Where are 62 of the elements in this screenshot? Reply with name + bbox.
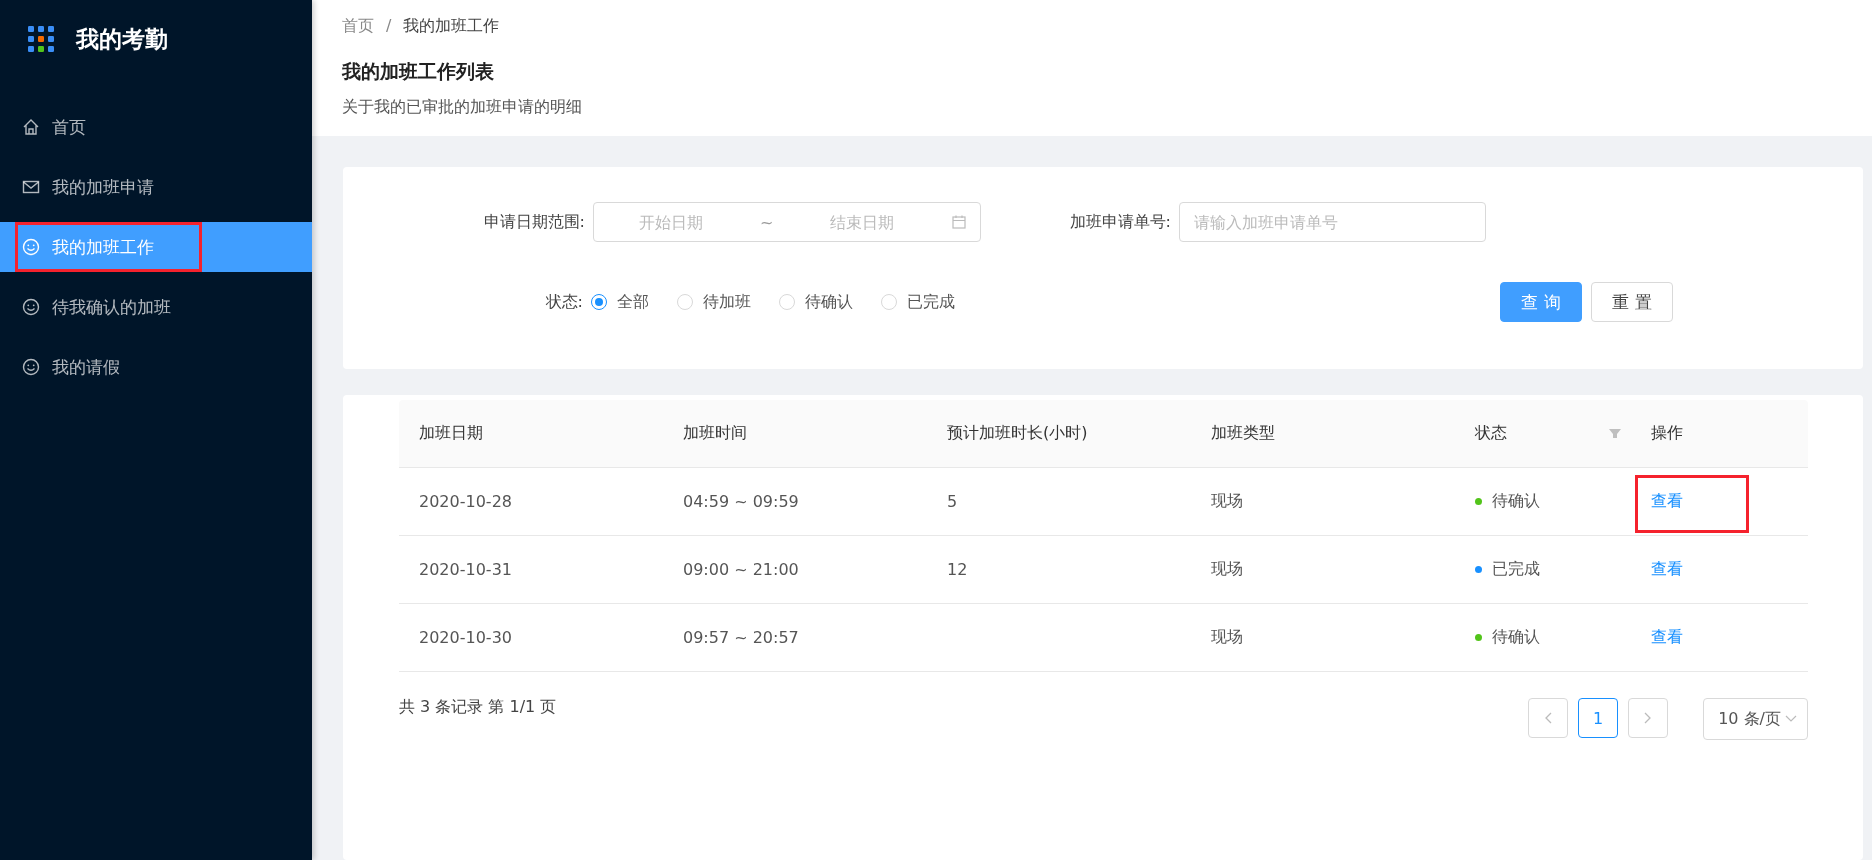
page-size-value: 10 条/页	[1718, 708, 1781, 730]
table-cell: 2020-10-28	[419, 492, 512, 511]
sidebar-item[interactable]: 我的加班申请	[0, 162, 312, 212]
radio-label: 全部	[617, 291, 649, 313]
status-text: 已完成	[1492, 559, 1540, 580]
field-label: 加班申请单号:	[1068, 211, 1171, 233]
filter-icon	[1609, 427, 1621, 440]
page-title: 我的加班工作列表	[342, 59, 495, 84]
calendar-icon	[952, 215, 966, 229]
table-cell: 12	[947, 560, 968, 579]
chevron-down-icon	[1785, 715, 1797, 723]
radio-option[interactable]: 全部	[591, 291, 649, 313]
record-summary: 共 3 条记录 第 1/1 页	[399, 697, 557, 718]
previous-page-button[interactable]	[1528, 698, 1569, 738]
input-field[interactable]: 请输入加班申请单号	[1179, 202, 1486, 242]
table-cell: 5	[947, 492, 958, 511]
column-header: 预计加班时长(小时)	[947, 423, 1088, 444]
column-header: 加班时间	[683, 423, 747, 444]
sidebar-item[interactable]: 首页	[0, 102, 312, 152]
table-cell: 现场	[1211, 491, 1243, 512]
table-cell: 现场	[1211, 559, 1243, 580]
breadcrumb-current: 我的加班工作	[403, 16, 500, 37]
sidebar-item[interactable]: 待我确认的加班	[0, 282, 312, 332]
smile-icon	[22, 298, 40, 316]
mail-icon	[22, 178, 40, 196]
field-label: 状态:	[544, 291, 583, 313]
radio-label: 待确认	[805, 291, 853, 313]
end-date-input[interactable]: 结束日期	[785, 211, 940, 233]
page-subtitle: 关于我的已审批的加班申请的明细	[342, 97, 583, 118]
app-grid-icon	[28, 26, 54, 52]
table-cell: 现场	[1211, 627, 1243, 648]
reset-button[interactable]: 重 置	[1591, 282, 1673, 322]
radio-option[interactable]: 已完成	[881, 291, 955, 313]
chevron-left-icon	[1544, 712, 1553, 724]
breadcrumb-link[interactable]: 首页	[342, 16, 374, 37]
column-header: 加班类型	[1211, 423, 1275, 444]
field-label: 申请日期范围:	[482, 211, 585, 233]
start-date-input[interactable]: 开始日期	[594, 211, 748, 233]
chevron-right-icon	[1644, 712, 1653, 724]
table-cell: 2020-10-31	[419, 560, 512, 579]
column-header: 操作	[1651, 423, 1683, 444]
next-page-button[interactable]	[1628, 698, 1669, 738]
radio-label: 待加班	[703, 291, 751, 313]
column-header: 加班日期	[419, 423, 483, 444]
radio-option[interactable]: 待确认	[779, 291, 853, 313]
table-cell: 09:00 ~ 21:00	[683, 560, 799, 579]
breadcrumb-separator: /	[386, 16, 392, 37]
home-icon	[22, 118, 40, 136]
status-text: 待确认	[1492, 491, 1540, 512]
table-cell: 04:59 ~ 09:59	[683, 492, 799, 511]
status-text: 待确认	[1492, 627, 1540, 648]
radio-option[interactable]: 待加班	[677, 291, 751, 313]
page-size-select[interactable]: 10 条/页	[1703, 698, 1808, 740]
range-separator: ~	[760, 212, 774, 232]
table-cell: 2020-10-30	[419, 628, 512, 647]
radio-label: 已完成	[907, 291, 955, 313]
table-cell: 09:57 ~ 20:57	[683, 628, 799, 647]
sidebar-item[interactable]: 我的请假	[0, 342, 312, 392]
smile-icon	[22, 238, 40, 256]
smile-icon	[22, 358, 40, 376]
app-title: 我的考勤	[76, 24, 168, 54]
column-header: 状态	[1475, 423, 1507, 444]
